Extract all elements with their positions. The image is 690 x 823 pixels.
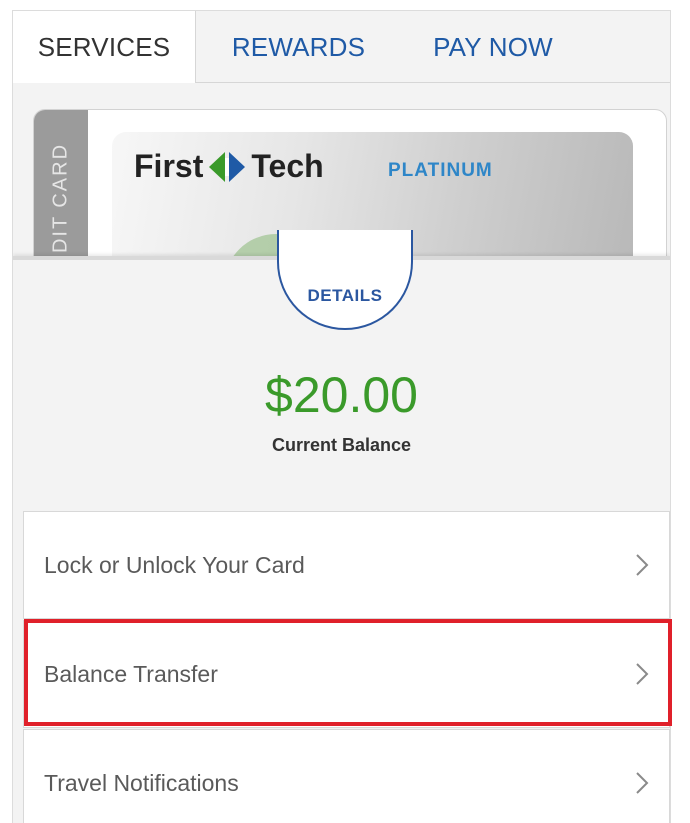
menu-item-travel-notifications[interactable]: Travel Notifications bbox=[23, 729, 670, 823]
current-balance-label: Current Balance bbox=[271, 435, 412, 455]
details-button[interactable]: DETAILS bbox=[277, 230, 413, 330]
chevron-right-icon bbox=[636, 554, 649, 576]
current-balance-amount: $20.00 bbox=[265, 367, 418, 423]
menu-item-label: Lock or Unlock Your Card bbox=[44, 551, 305, 578]
tab-bar: SERVICES REWARDS PAY NOW bbox=[13, 11, 670, 84]
card-brand: First Tech bbox=[134, 148, 324, 185]
details-label: DETAILS bbox=[307, 286, 383, 305]
card-side-strip: DIT CARD bbox=[34, 110, 88, 268]
tab-services[interactable]: SERVICES bbox=[13, 11, 196, 84]
brand-first: First bbox=[134, 148, 204, 184]
chevron-right-icon bbox=[636, 772, 649, 794]
tab-pay-now[interactable]: PAY NOW bbox=[401, 11, 585, 83]
tab-rewards[interactable]: REWARDS bbox=[196, 11, 401, 83]
first-tech-diamond-icon bbox=[209, 151, 246, 182]
menu-item-lock-unlock[interactable]: Lock or Unlock Your Card bbox=[23, 511, 670, 619]
card-tier: PLATINUM bbox=[388, 160, 493, 181]
highlight-box bbox=[24, 619, 672, 726]
menu-item-label: Travel Notifications bbox=[44, 769, 239, 796]
card-side-label: DIT CARD bbox=[49, 142, 72, 254]
brand-second: Tech bbox=[251, 148, 324, 184]
